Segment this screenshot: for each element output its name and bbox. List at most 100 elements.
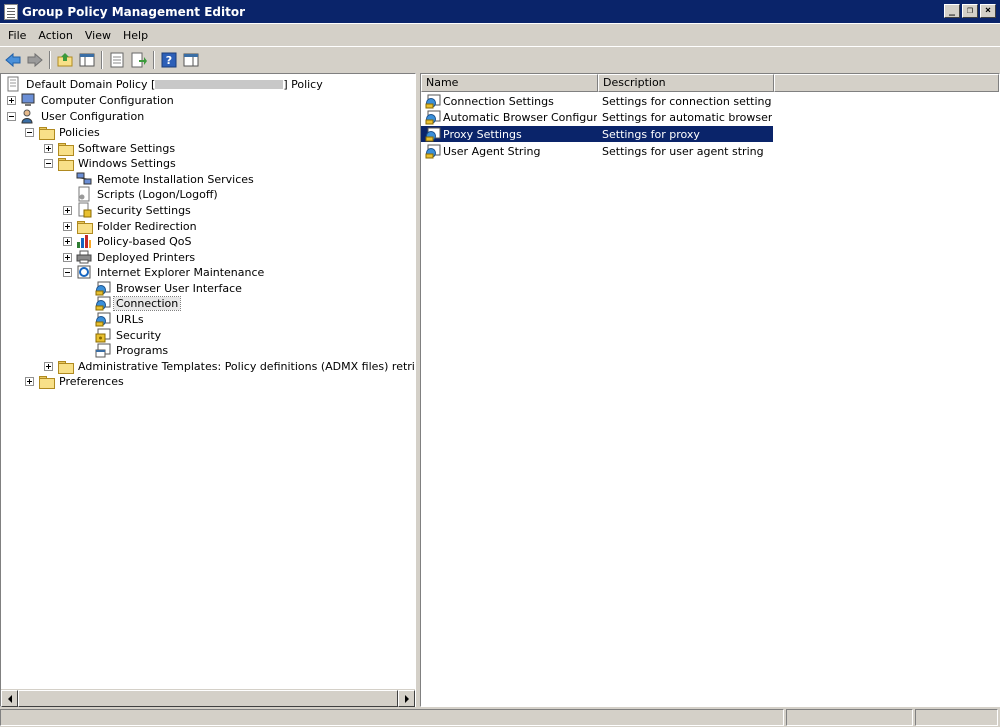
expand-toggle[interactable] — [44, 361, 53, 371]
menu-help[interactable]: Help — [117, 29, 154, 42]
show-hide-action-pane-icon — [183, 53, 199, 66]
folder-icon — [38, 124, 55, 140]
policy-editor-icon — [4, 3, 18, 20]
scroll-right-button[interactable] — [398, 690, 415, 707]
left-arrow-icon — [7, 694, 12, 703]
menu-file[interactable]: File — [2, 29, 32, 42]
right-arrow-icon — [404, 694, 409, 703]
row-name: User Agent String — [443, 144, 541, 158]
tree-item-software-settings[interactable]: Software Settings — [44, 140, 177, 156]
row-name: Proxy Settings — [443, 127, 522, 141]
list-row[interactable]: Automatic Browser Configurat... Settings… — [421, 109, 772, 125]
expand-toggle[interactable] — [63, 221, 72, 231]
tree-item-browser-user-interface[interactable]: Browser User Interface — [82, 280, 244, 296]
expand-toggle[interactable] — [63, 205, 72, 215]
expand-toggle[interactable] — [63, 236, 72, 246]
redacted-domain — [155, 80, 284, 89]
user-icon — [20, 108, 36, 124]
script-icon — [76, 186, 92, 202]
show-hide-tree-button[interactable] — [76, 49, 98, 71]
collapse-toggle[interactable] — [7, 111, 16, 121]
menu-action[interactable]: Action — [32, 29, 78, 42]
tree-item-administrative-templates[interactable]: Administrative Templates: Policy definit… — [44, 358, 415, 374]
tree-item-root[interactable]: Default Domain Policy [] Policy — [5, 76, 325, 92]
folder-icon — [76, 218, 93, 234]
ie-programs-icon — [95, 342, 111, 358]
close-button[interactable]: × — [980, 4, 996, 18]
tree-item-internet-explorer-maintenance[interactable]: Internet Explorer Maintenance — [63, 264, 266, 280]
back-icon — [5, 52, 21, 67]
column-header-description[interactable]: Description — [598, 74, 774, 92]
toolbar-separator — [101, 50, 103, 69]
collapse-toggle[interactable] — [63, 267, 72, 277]
tree-item-scripts[interactable]: Scripts (Logon/Logoff) — [63, 186, 220, 202]
tree-item-urls[interactable]: URLs — [82, 311, 146, 327]
row-name: Connection Settings — [443, 94, 554, 108]
list-row[interactable]: Connection Settings Settings for connect… — [421, 93, 772, 109]
scroll-thumb[interactable] — [18, 690, 398, 707]
expand-toggle[interactable] — [7, 95, 16, 105]
help-icon: ? — [161, 52, 177, 67]
svg-text:?: ? — [166, 54, 172, 67]
window-title: Group Policy Management Editor — [22, 4, 246, 19]
tree-item-user-configuration[interactable]: User Configuration — [7, 108, 146, 124]
toolbar: ? — [0, 46, 1000, 72]
properties-icon — [110, 52, 124, 67]
status-panel — [786, 709, 913, 726]
collapse-toggle[interactable] — [25, 127, 34, 137]
tree-item-policy-based-qos[interactable]: Policy-based QoS — [63, 233, 194, 249]
tree-item-security[interactable]: Security — [82, 327, 163, 343]
forward-button[interactable] — [24, 49, 46, 71]
tree-item-computer-configuration[interactable]: Computer Configuration — [7, 92, 176, 108]
show-hide-action-pane-button[interactable] — [180, 49, 202, 71]
list-row-selected[interactable]: Proxy Settings Settings for proxy — [421, 126, 773, 142]
expand-toggle[interactable] — [44, 143, 53, 153]
collapse-toggle[interactable] — [44, 158, 53, 168]
tree-item-connection[interactable]: Connection — [82, 295, 182, 311]
tree-item-policies[interactable]: Policies — [25, 124, 102, 140]
printer-icon — [76, 249, 92, 265]
ie-maintenance-icon — [76, 264, 92, 280]
status-panel — [915, 709, 998, 726]
ie-settings-icon — [95, 280, 111, 296]
tree-item-deployed-printers[interactable]: Deployed Printers — [63, 249, 197, 265]
tree-item-windows-settings[interactable]: Windows Settings — [44, 155, 178, 171]
expand-toggle[interactable] — [25, 376, 34, 386]
menu-view[interactable]: View — [79, 29, 117, 42]
up-one-level-button[interactable] — [54, 49, 76, 71]
restore-button[interactable]: ❐ — [962, 4, 978, 18]
column-header-empty — [774, 74, 999, 92]
row-description: Settings for proxy — [602, 127, 700, 141]
tree-item-security-settings[interactable]: Security Settings — [63, 202, 193, 218]
title-bar: Group Policy Management Editor _ ❐ × — [0, 0, 1000, 24]
tree-item-preferences[interactable]: Preferences — [25, 373, 126, 389]
column-header-name[interactable]: Name — [421, 74, 598, 92]
row-description: Settings for connection settings — [602, 94, 772, 108]
tree-item-folder-redirection[interactable]: Folder Redirection — [63, 218, 199, 234]
tree-horizontal-scrollbar[interactable] — [1, 689, 415, 707]
network-computers-icon — [76, 171, 92, 187]
show-hide-tree-icon — [79, 53, 95, 66]
list-row[interactable]: User Agent String Settings for user agen… — [421, 143, 772, 159]
folder-icon — [38, 373, 55, 389]
back-button[interactable] — [2, 49, 24, 71]
properties-button[interactable] — [106, 49, 128, 71]
window-controls: _ ❐ × — [944, 4, 996, 18]
status-bar — [0, 709, 1000, 727]
tree-item-remote-installation-services[interactable]: Remote Installation Services — [63, 171, 256, 187]
ie-settings-icon — [95, 295, 111, 311]
forward-icon — [27, 52, 43, 67]
row-description: Settings for automatic browser c... — [602, 110, 772, 124]
security-settings-icon — [76, 202, 92, 218]
minimize-button[interactable]: _ — [944, 4, 960, 18]
folder-icon — [57, 140, 74, 156]
list-header: Name Description — [421, 74, 999, 92]
expand-toggle[interactable] — [63, 252, 72, 262]
ie-settings-icon — [425, 109, 441, 125]
help-button[interactable]: ? — [158, 49, 180, 71]
export-list-button[interactable] — [128, 49, 150, 71]
tree-item-programs[interactable]: Programs — [82, 342, 170, 358]
folder-icon — [57, 358, 74, 374]
scroll-left-button[interactable] — [1, 690, 18, 707]
toolbar-separator — [153, 50, 155, 69]
